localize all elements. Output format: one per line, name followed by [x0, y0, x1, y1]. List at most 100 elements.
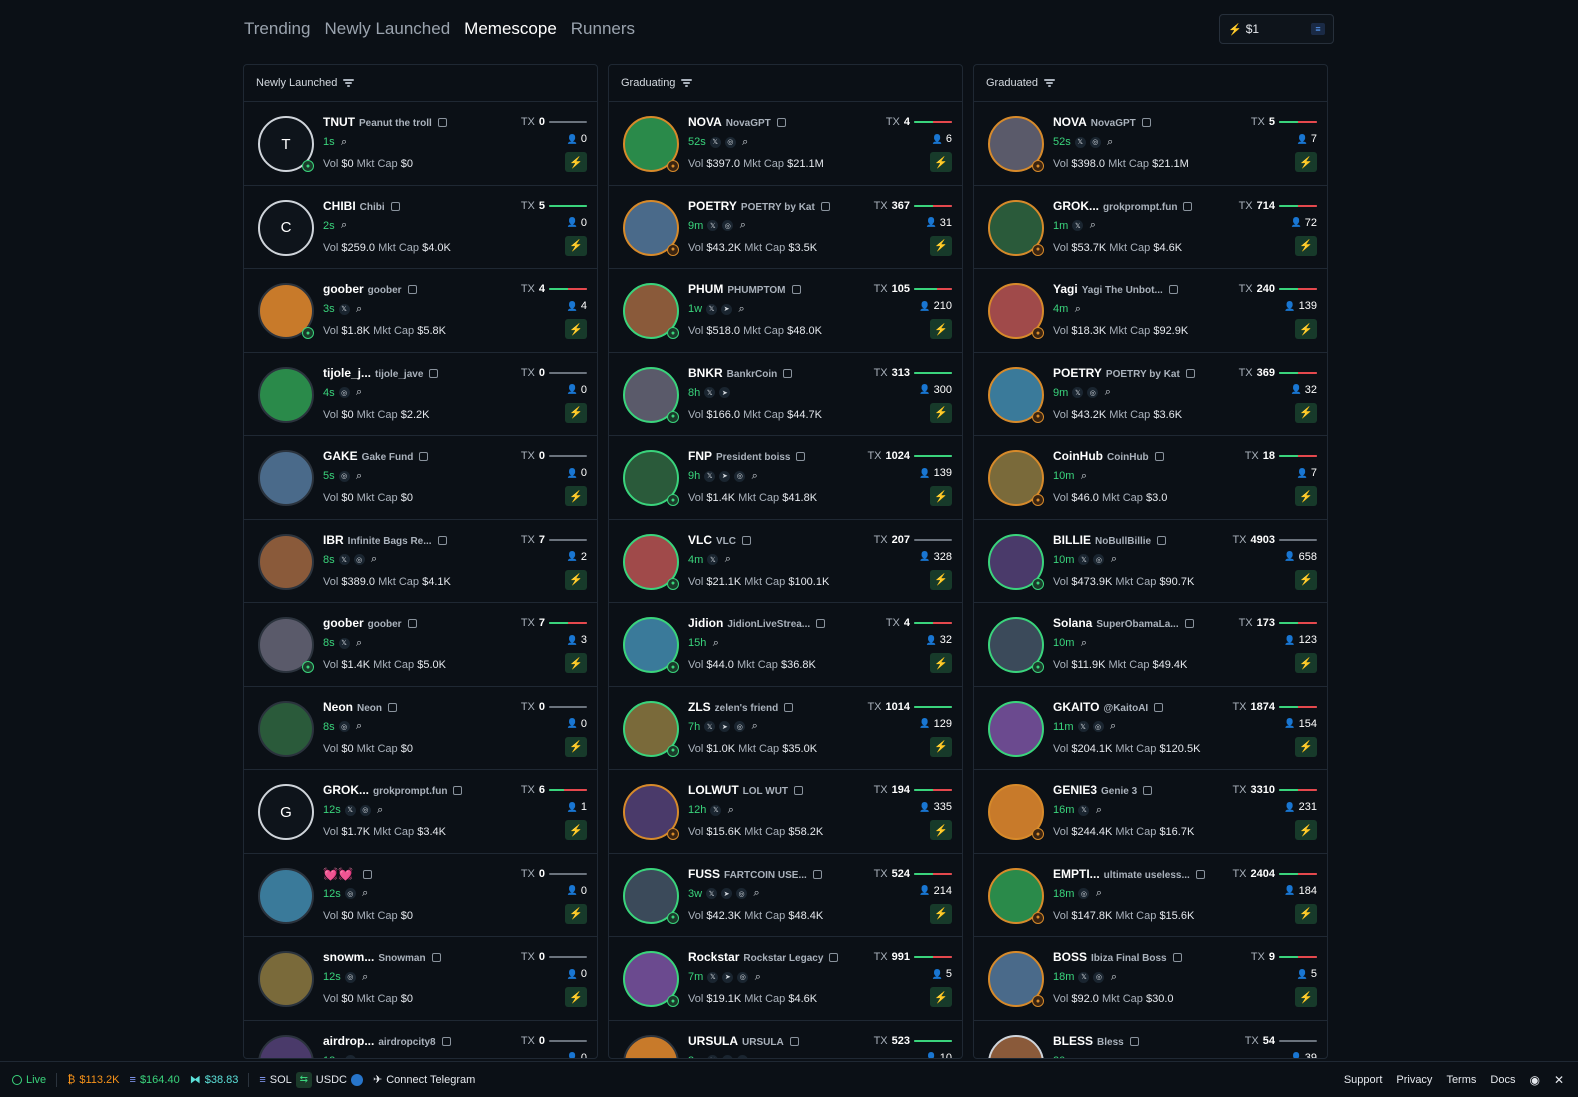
token-avatar[interactable]: [258, 533, 314, 590]
search-icon[interactable]: ⌕: [1102, 386, 1113, 398]
quick-buy-button[interactable]: ⚡: [930, 736, 952, 757]
token-row[interactable]: G GROK... grokprompt.fun 12s 𝕏 ◎ ⌕ Vol $1.7K Mk…: [244, 770, 597, 854]
search-icon[interactable]: ⌕: [749, 720, 760, 732]
copy-icon[interactable]: [742, 535, 751, 545]
website-icon[interactable]: ◎: [359, 804, 371, 816]
swap-icon[interactable]: ⇆: [295, 1071, 312, 1088]
token-avatar[interactable]: G: [258, 784, 314, 840]
copy-icon[interactable]: [789, 1036, 799, 1046]
copy-icon[interactable]: [1184, 619, 1194, 628]
quick-buy-button[interactable]: ⚡: [565, 402, 587, 423]
token-row[interactable]: ● Yagi Yagi The Unbot... 4m ⌕ Vol $18.3K Mkt …: [974, 269, 1327, 353]
copy-icon[interactable]: [1157, 535, 1167, 545]
token-row[interactable]: ● GENIE3 Genie 3 16m 𝕏 ⌕ Vol $244.4K Mkt Cap $…: [974, 770, 1327, 854]
search-icon[interactable]: ⌕: [1078, 470, 1089, 482]
quick-buy-button[interactable]: ⚡: [1295, 152, 1317, 172]
token-row[interactable]: ● CoinHub CoinHub 10m ⌕ Vol $46.0 Mkt Cap $3.…: [974, 436, 1327, 520]
copy-icon[interactable]: [1154, 452, 1164, 461]
website-icon[interactable]: ◎: [736, 888, 748, 899]
quick-buy-button[interactable]: ⚡: [1295, 486, 1317, 506]
quick-buy-button[interactable]: ⚡: [1295, 319, 1317, 339]
x-icon[interactable]: 𝕏: [707, 1055, 719, 1058]
website-icon[interactable]: ◎: [737, 1055, 749, 1058]
x-icon[interactable]: 𝕏: [344, 804, 356, 816]
token-row[interactable]: Neon Neon 8s ◎ ⌕ Vol $0 Mkt Cap $0 TX 0 👤 0 ⚡: [244, 687, 597, 770]
token-row[interactable]: ● Solana SuperObamaLa... 10m ⌕ Vol $11.9K Mkt…: [974, 603, 1327, 687]
copy-icon[interactable]: [796, 452, 806, 461]
docs-link[interactable]: Docs: [1490, 1074, 1515, 1086]
copy-icon[interactable]: [812, 869, 822, 879]
quick-buy-button[interactable]: ⚡: [930, 820, 952, 840]
x-icon[interactable]: 𝕏: [1074, 136, 1086, 148]
x-icon[interactable]: 𝕏: [707, 554, 719, 565]
search-icon[interactable]: ⌕: [354, 303, 365, 315]
token-row[interactable]: ● FUSS FARTCOIN USE... 3w 𝕏 ➤ ◎ ⌕ Vol $42.3K Mkt…: [609, 854, 962, 937]
quick-buy-button[interactable]: ⚡: [930, 903, 952, 924]
token-row[interactable]: BLESSBless20mTX54👤39⚡: [974, 1021, 1327, 1058]
token-avatar[interactable]: [258, 700, 314, 757]
copy-icon[interactable]: [390, 201, 400, 211]
copy-icon[interactable]: [1129, 1036, 1139, 1046]
x-icon[interactable]: 𝕏: [338, 554, 350, 565]
telegram-icon[interactable]: ➤: [719, 470, 731, 482]
search-icon[interactable]: ⌕: [1108, 720, 1119, 732]
search-icon[interactable]: ⌕: [1105, 136, 1116, 148]
token-row[interactable]: snowm... Snowman 12s ◎ ⌕ Vol $0 Mkt Cap $0 TX 0…: [244, 937, 597, 1021]
x-icon[interactable]: 𝕏: [704, 721, 716, 732]
website-icon[interactable]: ◎: [344, 971, 356, 983]
token-row[interactable]: ● BOSS Ibiza Final Boss 18m 𝕏 ◎ ⌕ Vol $92.0 Mkt…: [974, 937, 1327, 1021]
token-row[interactable]: GAKE Gake Fund 5s ◎ ⌕ Vol $0 Mkt Cap $0 TX 0 👤 0 ⚡: [244, 436, 597, 520]
telegram-icon[interactable]: ➤: [721, 888, 733, 899]
website-icon[interactable]: ◎: [1078, 888, 1090, 899]
copy-icon[interactable]: [776, 118, 786, 127]
copy-icon[interactable]: [791, 285, 801, 294]
chain-selector[interactable]: ≡ SOL ⇆ USDC: [259, 1071, 363, 1088]
copy-icon[interactable]: [431, 953, 441, 962]
quick-buy-button[interactable]: ⚡: [930, 569, 952, 590]
quick-buy-button[interactable]: ⚡: [1295, 235, 1317, 256]
copy-icon[interactable]: [388, 702, 397, 712]
quick-buy-button[interactable]: ⚡: [565, 235, 587, 256]
quick-buy-button[interactable]: ⚡: [1295, 987, 1317, 1007]
website-icon[interactable]: ◎: [734, 721, 746, 732]
token-avatar[interactable]: [623, 1034, 679, 1058]
search-icon[interactable]: ⌕: [354, 470, 365, 482]
x-icon[interactable]: 𝕏: [710, 804, 722, 816]
token-avatar[interactable]: [258, 366, 314, 423]
quick-buy-button[interactable]: ⚡: [565, 486, 587, 506]
token-row[interactable]: ● VLC VLC 4m 𝕏 ⌕ Vol $21.1K Mkt Cap $100.1K TX 2…: [609, 520, 962, 603]
x-icon[interactable]: 𝕏: [707, 220, 719, 231]
x-icon[interactable]: 𝕏: [338, 637, 350, 649]
website-icon[interactable]: ◎: [737, 971, 749, 983]
copy-icon[interactable]: [362, 869, 372, 879]
quick-buy-button[interactable]: ⚡: [1295, 569, 1317, 590]
privacy-link[interactable]: Privacy: [1396, 1074, 1432, 1086]
quick-buy-button[interactable]: ⚡: [930, 319, 952, 339]
discord-icon[interactable]: ◉: [1529, 1073, 1539, 1087]
copy-icon[interactable]: [1141, 118, 1151, 127]
search-icon[interactable]: ⌕: [752, 971, 763, 983]
search-icon[interactable]: ⌕: [339, 219, 350, 231]
copy-icon[interactable]: [429, 368, 439, 378]
tab-newly-launched[interactable]: Newly Launched: [324, 19, 450, 39]
token-row[interactable]: ● goober goober 3s 𝕏 ⌕ Vol $1.8K Mkt Cap $5.8K…: [244, 269, 597, 353]
x-icon[interactable]: 𝕏: [1077, 721, 1089, 732]
token-avatar[interactable]: C: [258, 199, 314, 256]
x-icon[interactable]: 𝕏: [707, 971, 719, 983]
copy-icon[interactable]: [1183, 201, 1193, 211]
search-icon[interactable]: ⌕: [736, 303, 747, 315]
token-row[interactable]: 💓💓 12s ◎ ⌕ Vol $0 Mkt Cap $0 TX 0 👤 0 ⚡: [244, 854, 597, 937]
quick-buy-button[interactable]: ⚡: [565, 736, 587, 757]
quick-buy-button[interactable]: ⚡: [930, 152, 952, 172]
token-avatar[interactable]: [988, 700, 1044, 757]
copy-icon[interactable]: [1168, 285, 1178, 294]
copy-icon[interactable]: [1143, 786, 1153, 795]
website-icon[interactable]: ◎: [734, 470, 746, 482]
search-icon[interactable]: ⌕: [1108, 553, 1119, 565]
telegram-icon[interactable]: ➤: [719, 387, 731, 398]
website-icon[interactable]: ◎: [724, 136, 736, 148]
quick-buy-button[interactable]: ⚡: [930, 987, 952, 1007]
website-icon[interactable]: ◎: [1092, 721, 1104, 732]
token-avatar[interactable]: [258, 867, 314, 924]
token-row[interactable]: ● Jidion JidionLiveStrea... 15h ⌕ Vol $44.0 M…: [609, 603, 962, 687]
